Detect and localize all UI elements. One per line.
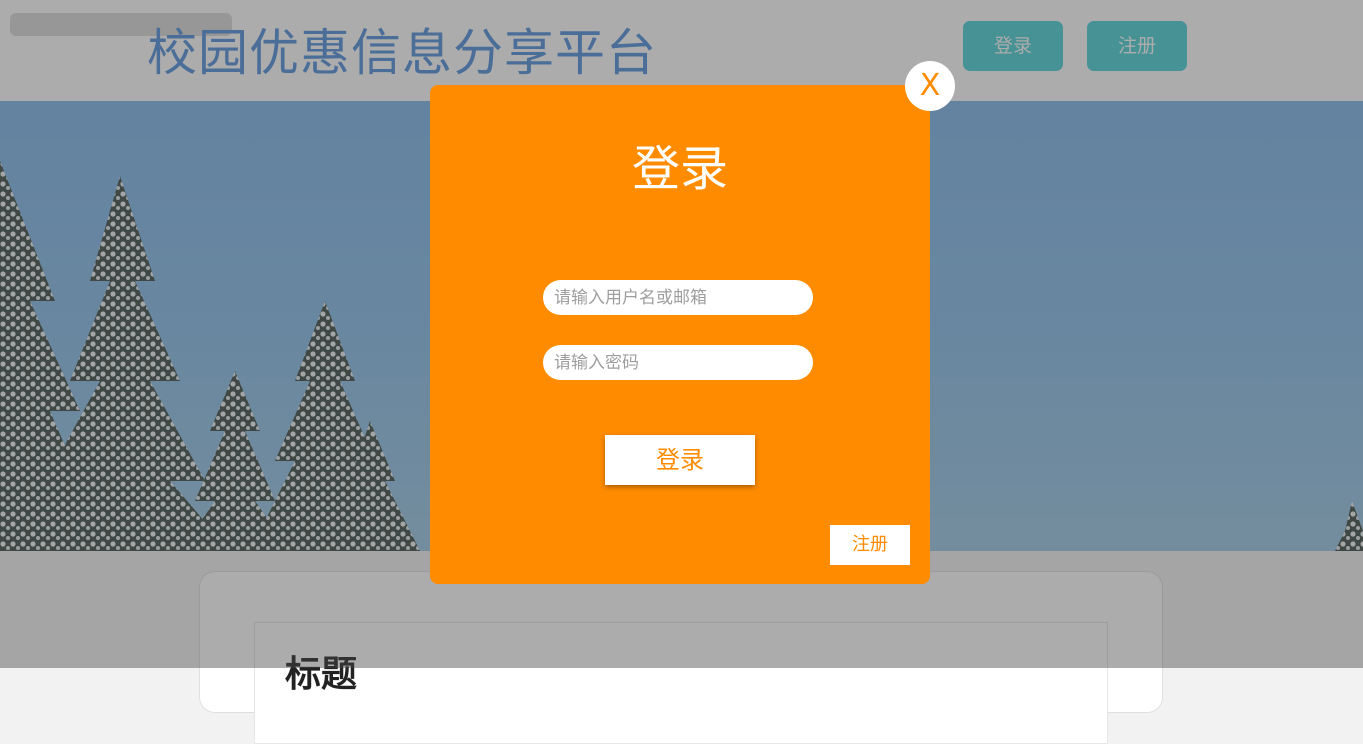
username-input[interactable]: [543, 280, 813, 315]
modal-register-button[interactable]: 注册: [830, 525, 910, 565]
login-modal: 登录 登录 注册: [430, 85, 930, 584]
close-icon[interactable]: X: [905, 61, 955, 111]
login-submit-button[interactable]: 登录: [605, 435, 755, 485]
password-input[interactable]: [543, 345, 813, 380]
modal-title: 登录: [631, 141, 728, 197]
